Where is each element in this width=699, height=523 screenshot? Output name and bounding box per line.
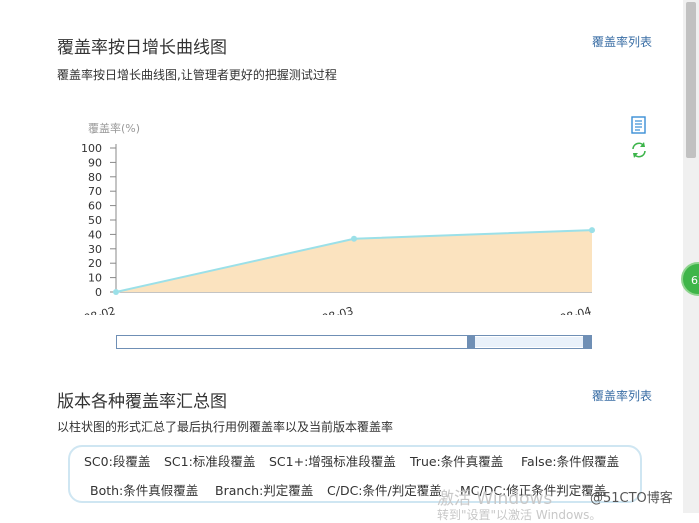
y-tick-label: 50 [88,214,102,227]
y-tick-label: 10 [88,272,102,285]
y-tick-label: 0 [95,286,102,299]
y-axis-label: 覆盖率(%) [88,121,140,135]
x-tick-label: 2018-08-02 [52,304,117,315]
data-point [351,235,357,242]
y-tick-label: 100 [81,142,102,155]
data-point [589,227,595,234]
activation-watermark-text: 转到"设置"以激活 Windows。 [437,508,602,522]
x-tick-label: 2018-08-04 [528,304,593,315]
brand-watermark: @51CTO博客 [590,491,673,506]
data-zoom-slider[interactable] [116,335,592,349]
data-zoom-selected-range [471,337,583,347]
y-tick-label: 90 [88,156,102,169]
legend-item[interactable]: SC1:标准段覆盖 [164,451,255,470]
section-title: 版本各种覆盖率汇总图 [57,392,227,412]
section-title: 覆盖率按日增长曲线图 [57,38,227,58]
legend-item[interactable]: Branch:判定覆盖 [215,480,313,499]
legend-item[interactable]: SC1+:增强标准段覆盖 [269,451,396,470]
y-tick-label: 60 [88,200,102,213]
y-tick-label: 70 [88,185,102,198]
section-subtitle: 以柱状图的形式汇总了最后执行用例覆盖率以及当前版本覆盖率 [57,420,394,434]
y-tick-label: 30 [88,243,102,256]
legend-item[interactable]: SC0:段覆盖 [84,451,150,470]
coverage-list-link[interactable]: 覆盖率列表 [592,33,652,50]
legend-item[interactable]: C/DC:条件/判定覆盖 [327,480,442,499]
data-point [113,289,119,295]
legend-item[interactable]: False:条件假覆盖 [521,451,619,470]
legend-item[interactable]: Both:条件真假覆盖 [90,480,198,499]
legend-item[interactable]: True:条件真覆盖 [410,451,503,470]
scrollbar-thumb[interactable] [686,2,696,158]
coverage-area-chart: 覆盖率(%) 010 2030 405060 7080 90100 2018-08-02… [52,121,595,315]
section-subtitle: 覆盖率按日增长曲线图,让管理者更好的把握测试过程 [57,68,337,82]
y-tick-label: 80 [88,171,102,184]
data-zoom-left-handle[interactable] [467,336,475,348]
coverage-list-link[interactable]: 覆盖率列表 [592,387,652,404]
x-tick-label: 2018-08-03 [290,304,355,315]
y-tick-label: 20 [88,257,102,270]
y-tick-label: 40 [88,228,102,241]
data-zoom-right-handle[interactable] [583,336,591,348]
